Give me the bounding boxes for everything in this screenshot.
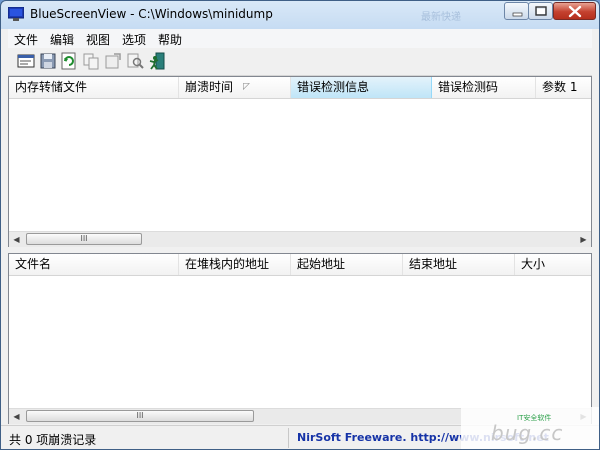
app-icon: [8, 7, 24, 21]
close-button[interactable]: [553, 2, 596, 20]
status-separator: [288, 428, 289, 448]
window-title: BlueScreenView - C:\Windows\minidump: [30, 7, 273, 21]
scroll-thumb[interactable]: III: [26, 233, 142, 245]
driver-list-header: 文件名 在堆栈内的地址 起始地址 结束地址 大小: [9, 254, 591, 276]
scroll-left-icon[interactable]: ◀: [9, 232, 24, 247]
title-bar[interactable]: BlueScreenView - C:\Windows\minidump 最新快…: [1, 1, 599, 28]
save-icon[interactable]: [39, 52, 57, 70]
watermark-overlay: IT安全软件 bug.cc: [461, 407, 599, 449]
minimize-icon: [512, 12, 523, 17]
column-parameter-1[interactable]: 参数 1: [536, 77, 591, 98]
column-crash-time[interactable]: 崩溃时间: [179, 77, 291, 98]
close-icon: [568, 5, 582, 18]
properties-icon[interactable]: [17, 52, 35, 70]
crash-list-hscrollbar[interactable]: ◀ III ▶: [9, 231, 591, 247]
column-crash-time-label: 崩溃时间: [185, 80, 234, 94]
column-dump-file[interactable]: 内存转储文件: [9, 77, 179, 98]
maximize-icon: [535, 6, 547, 16]
column-bugcheck-code[interactable]: 错误检测码: [432, 77, 536, 98]
driver-list-pane[interactable]: 文件名 在堆栈内的地址 起始地址 结束地址 大小 ◀ III ▶: [8, 253, 592, 424]
scroll-right-icon[interactable]: ▶: [576, 232, 591, 247]
menu-edit[interactable]: 编辑: [50, 31, 74, 48]
menu-bar: 文件 编辑 视图 选项 帮助: [8, 29, 592, 48]
minimize-button[interactable]: [504, 2, 529, 20]
open-icon[interactable]: [104, 52, 122, 70]
refresh-icon[interactable]: [60, 52, 78, 70]
watermark-text: bug.cc: [491, 421, 564, 445]
menu-options[interactable]: 选项: [122, 31, 146, 48]
crash-list-pane[interactable]: 内存转储文件 崩溃时间 ◸ 错误检测信息 错误检测码 参数 1 ◀ III ▶: [8, 76, 592, 247]
exit-icon[interactable]: [148, 52, 166, 70]
app-window: BlueScreenView - C:\Windows\minidump 最新快…: [0, 0, 600, 450]
crash-list-header: 内存转储文件 崩溃时间 ◸ 错误检测信息 错误检测码 参数 1: [9, 77, 591, 99]
menu-help[interactable]: 帮助: [158, 31, 182, 48]
copy-icon[interactable]: [82, 52, 100, 70]
scroll-left-icon[interactable]: ◀: [9, 409, 24, 424]
column-filename[interactable]: 文件名: [9, 254, 179, 275]
title-watermark: 最新快递: [421, 12, 461, 23]
column-bugcheck-string[interactable]: 错误检测信息: [291, 77, 432, 98]
column-address-in-stack[interactable]: 在堆栈内的地址: [179, 254, 291, 275]
column-size[interactable]: 大小: [515, 254, 591, 275]
sort-arrow-icon: ◸: [243, 82, 250, 92]
toolbar: [8, 48, 592, 76]
menu-view[interactable]: 视图: [86, 31, 110, 48]
maximize-button[interactable]: [528, 2, 553, 20]
scroll-thumb[interactable]: III: [26, 410, 254, 422]
find-icon[interactable]: [126, 52, 144, 70]
menu-file[interactable]: 文件: [14, 31, 38, 48]
column-to-address[interactable]: 结束地址: [403, 254, 515, 275]
column-from-address[interactable]: 起始地址: [291, 254, 403, 275]
status-record-count: 共 0 项崩溃记录: [9, 433, 97, 447]
